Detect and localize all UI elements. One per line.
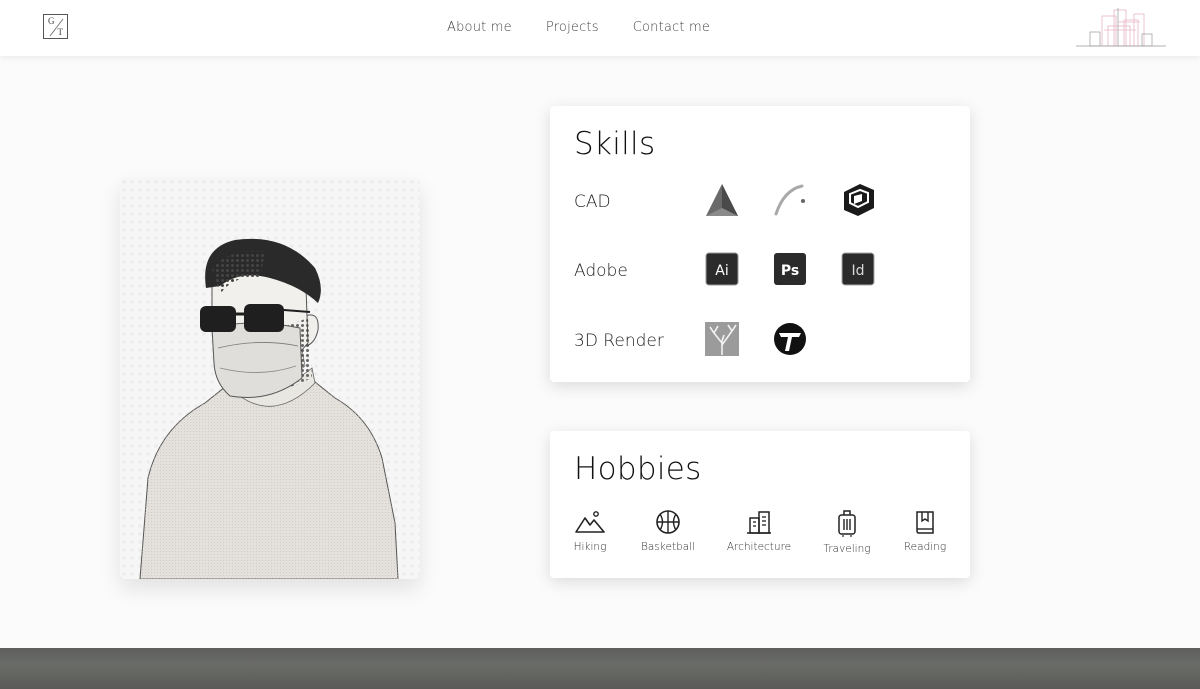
photoshop-icon[interactable]: Ps (772, 251, 808, 287)
mountain-icon (575, 511, 605, 533)
nav-contact-me[interactable]: Contact me (633, 20, 710, 35)
sketchup-icon[interactable] (840, 182, 876, 218)
logo-top-letter: G (48, 16, 55, 26)
portrait-illustration (120, 178, 420, 579)
hobby-traveling[interactable]: Traveling (807, 509, 887, 555)
book-icon (916, 511, 934, 534)
hobby-label-architecture: Architecture (726, 541, 792, 553)
illustrator-icon[interactable]: Ai (704, 251, 740, 287)
basketball-icon (656, 510, 680, 534)
svg-text:Ps: Ps (781, 263, 799, 279)
main-nav: About me Projects Contact me (447, 20, 710, 35)
lumion-icon[interactable] (704, 321, 740, 357)
indesign-icon[interactable]: Id (840, 251, 876, 287)
hobby-hiking[interactable]: Hiking (550, 509, 630, 553)
portrait-drawing (120, 178, 420, 579)
suitcase-icon (838, 510, 856, 537)
skill-row-cad: CAD (574, 182, 954, 222)
skills-card: Skills CAD Adobe Ai Ps Id 3D Render (550, 106, 970, 382)
twinmotion-icon[interactable] (772, 321, 808, 357)
skills-title: Skills (574, 126, 656, 162)
skill-label-adobe: Adobe (574, 261, 628, 281)
skill-label-cad: CAD (574, 192, 611, 212)
hobbies-title: Hobbies (574, 451, 702, 487)
hobby-reading[interactable]: Reading (885, 509, 965, 553)
hobby-label-traveling: Traveling (823, 543, 871, 555)
logo-bottom-letter: T (57, 27, 64, 37)
skyline-icon[interactable] (1074, 8, 1168, 48)
autocad-icon[interactable] (704, 182, 740, 218)
svg-text:Id: Id (851, 263, 864, 279)
svg-text:Ai: Ai (715, 263, 728, 279)
hobbies-card: Hobbies Hiking Basketball Architecture T… (550, 431, 970, 578)
nav-about-me[interactable]: About me (447, 20, 512, 35)
next-section-preview (0, 648, 1200, 689)
hobby-basketball[interactable]: Basketball (628, 509, 708, 553)
skill-label-3d-render: 3D Render (574, 331, 664, 351)
hobby-architecture[interactable]: Architecture (719, 509, 799, 553)
site-header: G T About me Projects Contact me (0, 0, 1200, 56)
skill-row-adobe: Adobe Ai Ps Id (574, 251, 954, 291)
logo[interactable]: G T (43, 14, 68, 39)
hobby-label-hiking: Hiking (573, 541, 607, 553)
nav-projects[interactable]: Projects (546, 20, 599, 35)
hobby-label-basketball: Basketball (641, 541, 695, 553)
hobby-label-reading: Reading (903, 541, 947, 553)
building-icon (747, 511, 771, 534)
rhino-icon[interactable] (772, 182, 808, 218)
skill-row-3d-render: 3D Render (574, 321, 954, 361)
